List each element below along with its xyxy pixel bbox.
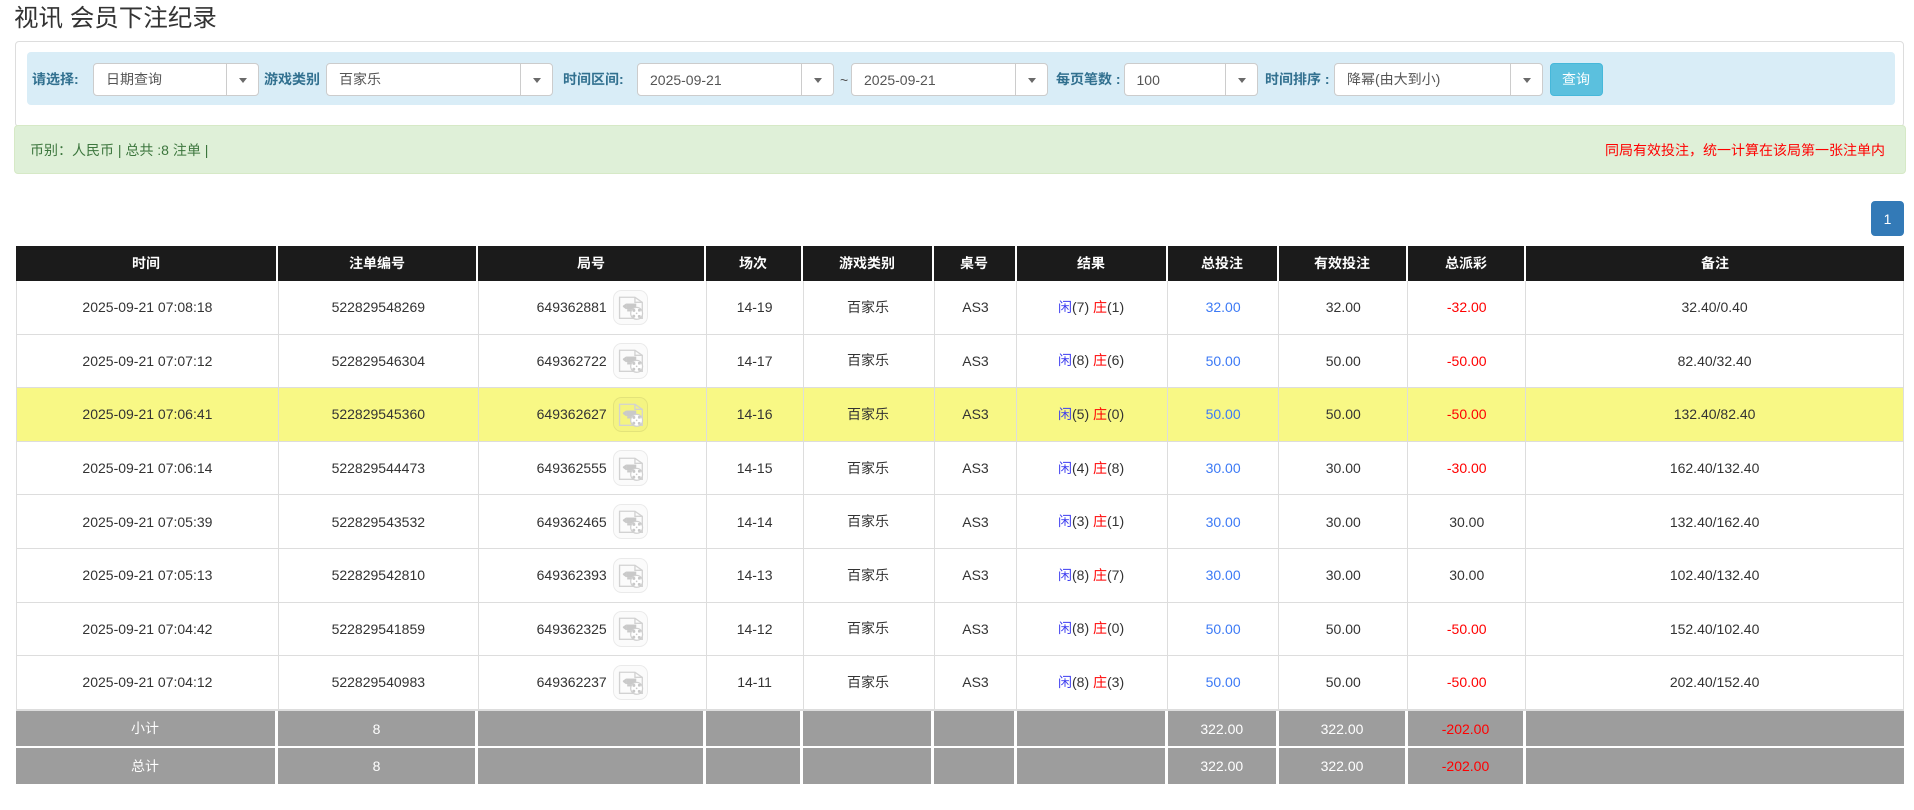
svg-text:(7): (7) <box>1072 299 1093 315</box>
svg-text::8: :8 <box>153 142 172 158</box>
svg-text:|: | <box>201 142 209 158</box>
svg-text:(0): (0) <box>1107 406 1124 422</box>
svg-text:(5): (5) <box>1072 406 1093 422</box>
svg-text::: : <box>1112 71 1121 87</box>
svg-text:(6): (6) <box>1107 352 1124 368</box>
svg-text:(7): (7) <box>1107 567 1124 583</box>
svg-text:): ) <box>1435 71 1440 87</box>
svg-text:(3): (3) <box>1072 513 1093 529</box>
svg-text:(8): (8) <box>1072 620 1093 636</box>
svg-text:(3): (3) <box>1107 674 1124 690</box>
svg-text:|: | <box>114 142 125 158</box>
svg-text:(1): (1) <box>1107 299 1124 315</box>
svg-text::: : <box>619 71 624 87</box>
svg-text:(4): (4) <box>1072 460 1093 476</box>
svg-text:(0): (0) <box>1107 620 1124 636</box>
svg-text:(: ( <box>1375 71 1380 87</box>
svg-text:(8): (8) <box>1107 460 1124 476</box>
svg-text:(8): (8) <box>1072 352 1093 368</box>
svg-text::: : <box>1321 71 1330 87</box>
svg-text:(8): (8) <box>1072 674 1093 690</box>
svg-text::: : <box>74 71 79 87</box>
svg-text:(8): (8) <box>1072 567 1093 583</box>
svg-text:(1): (1) <box>1107 513 1124 529</box>
